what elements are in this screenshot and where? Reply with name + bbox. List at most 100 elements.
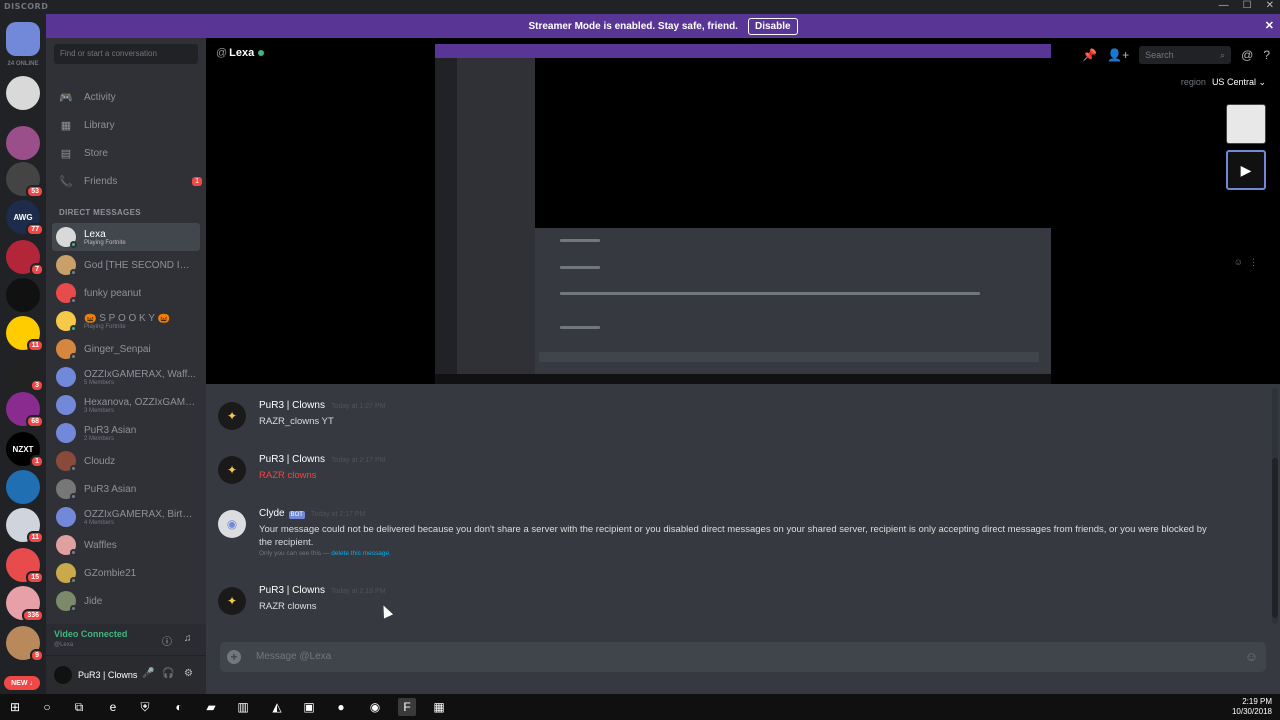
user-avatar[interactable]: ✦ <box>218 587 246 615</box>
nav-item-library[interactable]: ▦ Library <box>52 112 202 138</box>
bot-tag: BOT <box>288 511 305 519</box>
cortana-icon[interactable]: ○ <box>38 698 56 716</box>
server-icon[interactable] <box>6 470 40 504</box>
dm-name: OZZIxGAMERAX, Waff... <box>84 368 196 380</box>
add-friend-icon[interactable]: 👤+ <box>1107 48 1129 62</box>
emoji-picker-icon[interactable]: ☺ <box>1245 649 1258 664</box>
disconnect-icon[interactable]: ♫ <box>184 633 192 644</box>
server-icon[interactable]: 15 <box>6 548 44 584</box>
nav-item-activity[interactable]: 🎮 Activity <box>52 84 202 110</box>
avatar <box>56 591 77 612</box>
dm-item[interactable]: Jide <box>52 587 200 615</box>
shared-screen-banner <box>435 44 1051 58</box>
help-icon[interactable]: ? <box>1263 48 1270 62</box>
new-unreads-button[interactable]: NEW ↓ <box>4 676 40 690</box>
minimize-button[interactable]: — <box>1219 0 1229 14</box>
app-icon-3[interactable]: ▣ <box>300 698 318 716</box>
server-icon[interactable] <box>6 22 40 56</box>
close-window-button[interactable]: ✕ <box>1266 0 1274 14</box>
avatar <box>56 367 76 387</box>
dm-item[interactable]: 🎃 S P O O K Y 🎃 Playing Fortnite <box>52 307 200 335</box>
user-avatar[interactable]: ✦ <box>218 402 246 430</box>
server-icon[interactable] <box>6 126 40 160</box>
scroll-thumb[interactable] <box>1272 458 1278 618</box>
mute-icon[interactable]: 🎤 <box>142 668 154 679</box>
message-input[interactable]: Message @Lexa <box>256 651 331 662</box>
nav-item-store[interactable]: ▤ Store <box>52 140 202 166</box>
delete-message-link[interactable]: delete this message. <box>331 550 391 557</box>
server-icon[interactable] <box>6 278 40 312</box>
app-icon-4[interactable]: ▦ <box>430 698 448 716</box>
message-scrollbar[interactable] <box>1272 388 1278 624</box>
server-icon[interactable]: 3 <box>6 356 44 392</box>
dm-item[interactable]: Ginger_Senpai <box>52 335 200 363</box>
dm-item[interactable]: God [THE SECOND INC... <box>52 251 200 279</box>
status-indicator <box>70 493 77 500</box>
explorer-icon[interactable]: ▰ <box>202 698 220 716</box>
search-input[interactable]: Search ⌕ <box>1139 46 1232 64</box>
server-icon[interactable]: 68 <box>6 392 44 428</box>
pin-icon[interactable]: 📌 <box>1082 48 1097 62</box>
camera-icon[interactable]: ▶ <box>1226 150 1266 190</box>
find-conversation-input[interactable]: Find or start a conversation <box>54 44 198 64</box>
deafen-icon[interactable]: 🎧 <box>162 668 174 679</box>
reaction-icon[interactable]: ☺ <box>1234 257 1243 268</box>
fortnite-icon[interactable]: F <box>398 698 416 716</box>
user-avatar[interactable]: ✦ <box>218 456 246 484</box>
server-icon[interactable]: 53 <box>6 162 44 198</box>
participant-tile-lexa[interactable] <box>1226 104 1266 144</box>
server-icon[interactable]: 9 <box>6 626 44 662</box>
server-icon[interactable]: 11 <box>6 316 44 352</box>
connection-info-icon[interactable]: ⓘ <box>162 633 172 648</box>
status-indicator <box>70 549 77 556</box>
server-icon[interactable]: AWG 77 <box>6 200 44 236</box>
system-clock[interactable]: 2:19 PM 10/30/2018 <box>1232 697 1272 717</box>
dm-item[interactable]: GZombie21 <box>52 559 200 587</box>
server-icon[interactable]: NZXT 1 <box>6 432 44 468</box>
defender-icon[interactable]: ⛨ <box>136 698 154 716</box>
upload-icon[interactable]: + <box>227 650 241 664</box>
dm-item[interactable]: Cloudz <box>52 447 200 475</box>
message-author[interactable]: PuR3 | Clowns <box>259 585 325 596</box>
disable-streamer-button[interactable]: Disable <box>747 17 798 35</box>
dm-name: 🎃 S P O O K Y 🎃 <box>84 312 171 324</box>
avatar <box>56 535 77 556</box>
task-view-icon[interactable]: ⧉ <box>70 698 88 716</box>
dm-item[interactable]: Hexanova, OZZIxGAME... 3 Members <box>52 391 200 419</box>
server-icon[interactable]: 336 <box>6 586 44 622</box>
nav-item-label: Store <box>84 147 108 159</box>
more-options-icon[interactable]: ⋮ <box>1249 257 1258 268</box>
dm-item[interactable]: OZZIxGAMERAX, Birth... 4 Members <box>52 503 200 531</box>
clyde-avatar[interactable]: ◉ <box>218 510 246 538</box>
server-icon[interactable]: 11 <box>6 508 44 544</box>
spotify-icon[interactable]: ● <box>332 698 350 716</box>
message-author[interactable]: Clyde <box>259 508 285 519</box>
app-icon[interactable]: ▥ <box>234 698 252 716</box>
discord-icon[interactable]: ◉ <box>366 698 384 716</box>
dm-item[interactable]: PuR3 Asian <box>52 475 200 503</box>
dm-item[interactable]: funky peanut <box>52 279 200 307</box>
user-avatar[interactable] <box>54 666 72 684</box>
dm-item[interactable]: PuR3 Asian 2 Members <box>52 419 200 447</box>
settings-icon[interactable]: ⚙ <box>184 668 193 679</box>
server-icon[interactable] <box>6 76 40 110</box>
edge-icon[interactable]: e <box>104 698 122 716</box>
avatar <box>56 283 77 304</box>
server-icon[interactable]: 7 <box>6 240 44 276</box>
dm-item[interactable]: Waffles <box>52 531 200 559</box>
dm-item[interactable]: Lexa Playing Fortnite <box>52 223 200 251</box>
mentions-icon[interactable]: @ <box>1241 48 1253 62</box>
region-selector[interactable]: region US Central ⌄ <box>1181 77 1266 88</box>
maximize-button[interactable]: ☐ <box>1243 0 1252 14</box>
app-icon-2[interactable]: ◭ <box>268 698 286 716</box>
dm-item[interactable]: OZZIxGAMERAX, Waff... 5 Members <box>52 363 200 391</box>
message-author[interactable]: PuR3 | Clowns <box>259 454 325 465</box>
message-composer[interactable]: + Message @Lexa ☺ <box>220 642 1266 672</box>
nav-item-friends[interactable]: 📞 Friends 1 <box>52 168 202 194</box>
message-author[interactable]: PuR3 | Clowns <box>259 400 325 411</box>
steam-icon[interactable]: ◐ <box>170 698 188 716</box>
start-icon[interactable]: ⊞ <box>6 698 24 716</box>
search-placeholder: Search <box>1145 50 1174 60</box>
screen-share-video[interactable] <box>435 44 1051 384</box>
close-banner-icon[interactable]: ✕ <box>1265 19 1274 32</box>
